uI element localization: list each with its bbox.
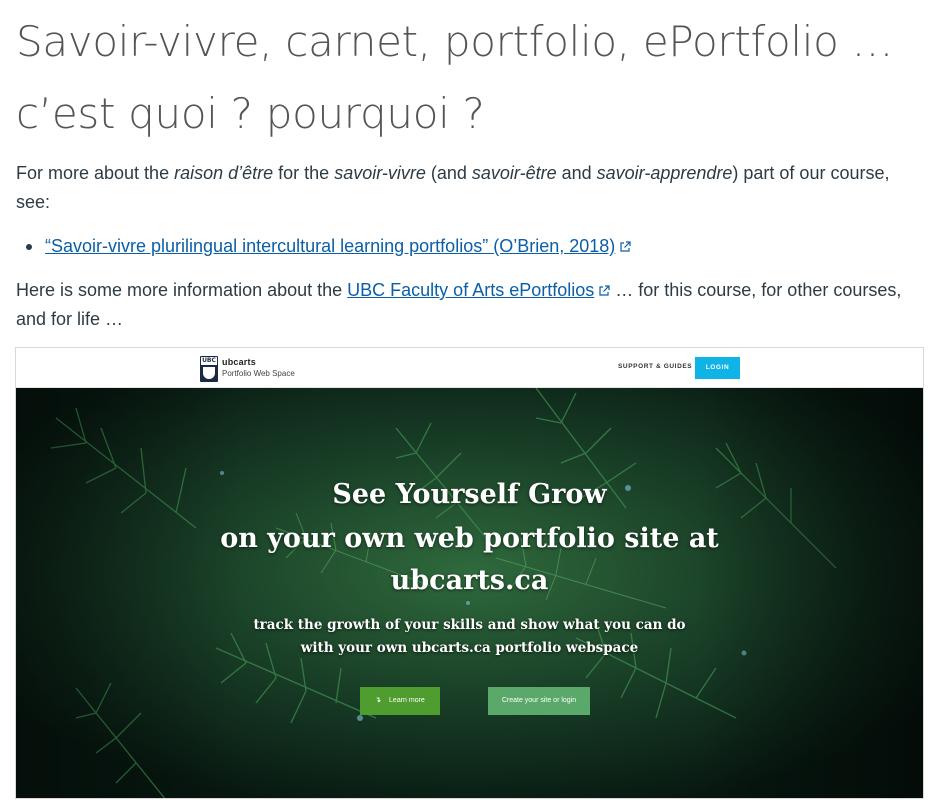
hero-heading-line2: on your own web portfolio site at bbox=[220, 523, 719, 554]
ubc-logo-text: UBC bbox=[201, 357, 217, 365]
reference-list: “Savoir-vivre plurilingual intercultural… bbox=[26, 232, 631, 261]
crest-shield bbox=[203, 367, 215, 379]
page-title-line1: Savoir-vivre, carnet, portfolio, ePortfo… bbox=[16, 17, 894, 66]
intro-text: for the bbox=[273, 163, 335, 183]
intro-emphasis: raison d’être bbox=[174, 163, 274, 183]
external-link-icon bbox=[598, 285, 610, 297]
intro-emphasis: savoir-vivre bbox=[334, 163, 426, 183]
hero-banner: See Yourself Grow on your own web portfo… bbox=[16, 388, 923, 798]
page-title: Savoir-vivre, carnet, portfolio, ePortfo… bbox=[16, 6, 926, 150]
bullet-icon bbox=[26, 243, 32, 250]
intro-text: (and bbox=[425, 163, 472, 183]
external-link-icon bbox=[619, 240, 631, 253]
support-guides-link: SUPPORT & GUIDES bbox=[618, 363, 693, 370]
page-title-line2: c’est quoi ? pourquoi ? bbox=[16, 89, 485, 138]
intro-emphasis: savoir-être bbox=[471, 163, 557, 183]
intro-emphasis: savoir-apprendre bbox=[596, 163, 733, 183]
ubc-eportfolios-link[interactable]: UBC Faculty of Arts ePortfolios bbox=[347, 280, 594, 300]
arrow-down-icon: ↴ bbox=[375, 697, 382, 704]
ubc-crest-icon: UBC bbox=[200, 356, 218, 382]
hero-heading-line3: ubcarts.ca bbox=[390, 565, 549, 596]
intro-paragraph: For more about the raison d’être for the… bbox=[16, 159, 921, 217]
hero-heading-line1: See Yourself Grow bbox=[332, 479, 607, 510]
intro-text: For more about the bbox=[16, 163, 175, 183]
intro-text: and bbox=[556, 163, 597, 183]
learn-more-button: ↴ Learn more bbox=[360, 687, 440, 715]
brand-name: ubcarts bbox=[222, 357, 256, 367]
embed-site-header: UBC ubcarts Portfolio Web Space SUPPORT … bbox=[16, 348, 923, 388]
ubcarts-site-screenshot: UBC ubcarts Portfolio Web Space SUPPORT … bbox=[15, 347, 924, 799]
info-paragraph: Here is some more information about the … bbox=[16, 276, 921, 334]
create-site-button: Create your site or login bbox=[488, 687, 590, 715]
hero-subtitle-line2: with your own ubcarts.ca portfolio websp… bbox=[300, 640, 639, 656]
info-text: Here is some more information about the bbox=[16, 280, 348, 300]
link-label: Savoir-vivre plurilingual intercultural … bbox=[51, 236, 616, 256]
portfolio-article-link[interactable]: “Savoir-vivre plurilingual intercultural… bbox=[45, 232, 615, 261]
login-button: LOGIN bbox=[695, 357, 740, 379]
brand-subtitle: Portfolio Web Space bbox=[222, 369, 295, 378]
learn-more-label: Learn more bbox=[389, 697, 425, 704]
hero-subtitle-line1: track the growth of your skills and show… bbox=[253, 617, 686, 633]
list-item: “Savoir-vivre plurilingual intercultural… bbox=[26, 232, 631, 261]
